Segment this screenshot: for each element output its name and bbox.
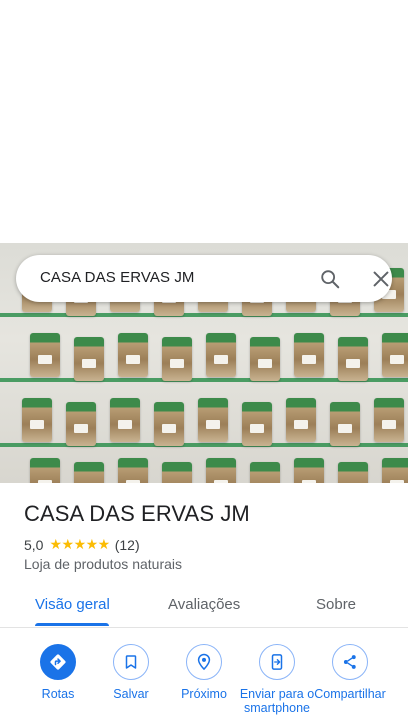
place-category: Loja de produtos naturais [24,556,182,572]
tab-overview[interactable]: Visão geral [35,596,110,613]
nearby-button[interactable]: Próximo [166,640,242,701]
herb-bag [206,458,236,483]
herb-bag [338,337,368,381]
tab-reviews[interactable]: Avaliações [168,596,240,613]
herb-bag [74,462,104,483]
herb-bag [250,462,280,483]
map-area [0,0,408,243]
directions-label: Rotas [41,687,75,701]
herb-bag [162,337,192,381]
herb-bag [30,333,60,377]
star-rating: ★★★★★ [49,536,110,552]
herb-bag [330,402,360,446]
herb-bag [250,337,280,381]
herb-bag [154,402,184,446]
share-label: Compartilhar [314,687,386,701]
active-tab-indicator [35,623,109,626]
close-icon[interactable] [370,268,392,290]
herb-bag [118,458,148,483]
search-query[interactable]: CASA DAS ERVAS JM [40,269,195,286]
herb-bag [110,398,140,442]
share-icon [332,644,368,680]
nearby-label: Próximo [181,687,227,701]
save-button[interactable]: Salvar [93,640,169,701]
herb-bag [242,402,272,446]
herb-bag [294,458,324,483]
action-bar: Rotas Salvar Próximo Enviar para o smart… [0,640,408,726]
herb-bag [294,333,324,377]
herb-bag [338,462,368,483]
tab-about[interactable]: Sobre [316,596,356,613]
herb-bag [74,337,104,381]
herb-bag [206,333,236,377]
herb-bag [162,462,192,483]
share-button[interactable]: Compartilhar [312,640,388,701]
herb-bag [22,398,52,442]
save-label: Salvar [113,687,149,701]
directions-icon [40,644,76,680]
nearby-icon [186,644,222,680]
herb-bag [118,333,148,377]
bookmark-icon [113,644,149,680]
search-icon[interactable] [319,268,341,290]
herb-bag [382,333,408,377]
herb-bag [374,398,404,442]
send-to-phone-button[interactable]: Enviar para o smartphone [239,640,315,715]
search-bar[interactable]: CASA DAS ERVAS JM [16,255,392,302]
place-title: CASA DAS ERVAS JM [24,501,250,526]
rating-value: 5,0 [24,536,44,553]
rating-row[interactable]: 5,0 ★★★★★ (12) [24,536,140,553]
tab-bar: Visão geral Avaliações Sobre [0,585,408,628]
herb-bag [382,458,408,483]
send-to-phone-label: Enviar para o smartphone [239,687,315,715]
herb-bag [198,398,228,442]
herb-bag [286,398,316,442]
send-to-phone-icon [259,644,295,680]
herb-bag [66,402,96,446]
directions-button[interactable]: Rotas [20,640,96,701]
herb-bag [30,458,60,483]
review-count[interactable]: (12) [115,537,140,553]
